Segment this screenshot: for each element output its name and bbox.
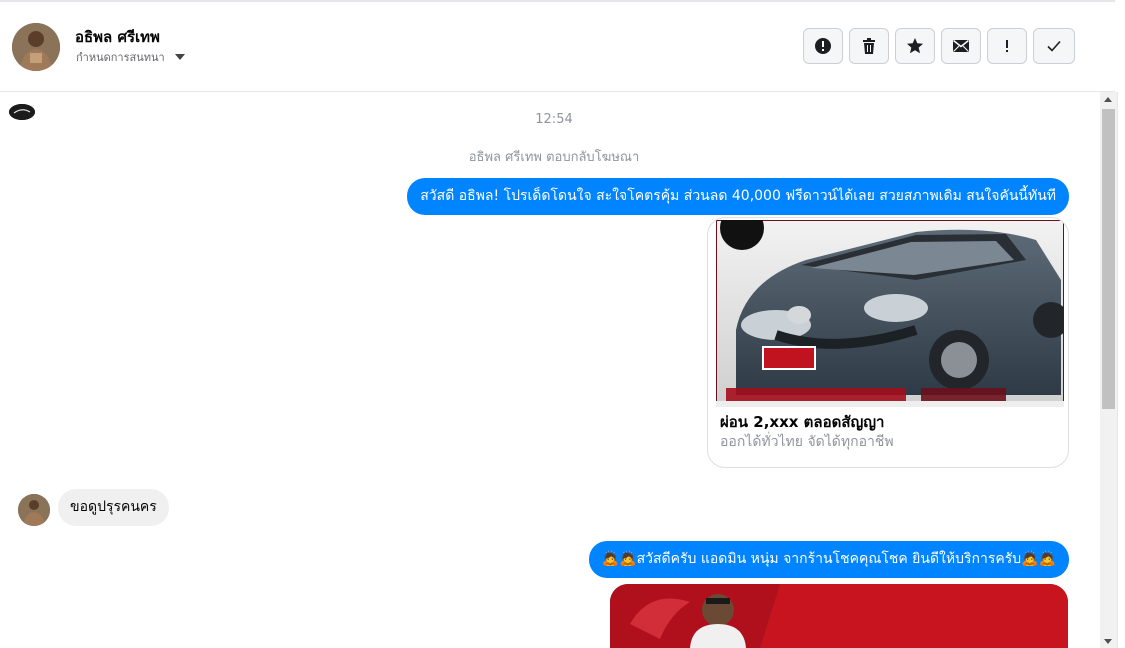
contact-name[interactable]: อธิพล ศรีเทพ <box>75 25 160 49</box>
mark-unread-button[interactable] <box>941 28 981 64</box>
sender-avatar[interactable] <box>18 494 50 526</box>
scroll-down-arrow-icon[interactable] <box>1104 639 1112 644</box>
scroll-up-arrow-icon[interactable] <box>1104 97 1112 102</box>
outgoing-message[interactable]: 🙇🙇สวัสดีครับ แอดมิน หนุ่ม จากร้านโชคคุณโ… <box>588 541 1069 578</box>
incoming-message[interactable]: ขอดูปรุรคนคร <box>58 489 169 526</box>
promo-banner-image[interactable] <box>610 584 1068 648</box>
message-thread[interactable]: 12:54 อธิพล ศรีเทพ ตอบกลับโฆษณา สวัสดี อ… <box>0 92 1098 648</box>
conversation-header: อธิพล ศรีเทพ กำหนดการสนทนา <box>0 2 1115 92</box>
trash-icon <box>863 38 875 54</box>
envelope-icon <box>953 39 969 52</box>
scroll-thumb[interactable] <box>1102 109 1115 409</box>
caret-down-icon <box>174 54 185 60</box>
outgoing-message[interactable]: สวัสดี อธิพล! โปรเด็ดโดนใจ สะใจโคตรคุ้ม … <box>407 178 1069 215</box>
delete-button[interactable] <box>849 28 889 64</box>
message-timestamp: 12:54 <box>535 112 573 127</box>
alert-circle-icon <box>815 38 831 54</box>
ad-card[interactable]: ผ่อน 2,xxx ตลอดสัญญา ออกได้ทั่วไทย จัดได… <box>707 217 1069 468</box>
assign-label: กำหนดการสนทนา <box>76 51 165 64</box>
spam-button[interactable] <box>987 28 1027 64</box>
contact-avatar[interactable] <box>12 23 60 71</box>
check-icon <box>1047 40 1061 52</box>
mark-done-button[interactable] <box>1033 28 1075 64</box>
right-edge <box>1117 92 1125 648</box>
car-image <box>716 220 1064 407</box>
card-subtitle: ออกได้ทั่วไทย จัดได้ทุกอาชีพ <box>720 434 894 450</box>
ad-reply-note: อธิพล ศรีเทพ ตอบกลับโฆษณา <box>468 150 640 165</box>
exclamation-icon <box>1006 40 1008 52</box>
assign-conversation-dropdown[interactable]: กำหนดการสนทนา <box>76 48 185 66</box>
star-icon <box>907 38 923 54</box>
report-button[interactable] <box>803 28 843 64</box>
chat-scrollbar[interactable] <box>1100 92 1117 648</box>
star-button[interactable] <box>895 28 935 64</box>
conversation-toolbar <box>803 28 1075 64</box>
